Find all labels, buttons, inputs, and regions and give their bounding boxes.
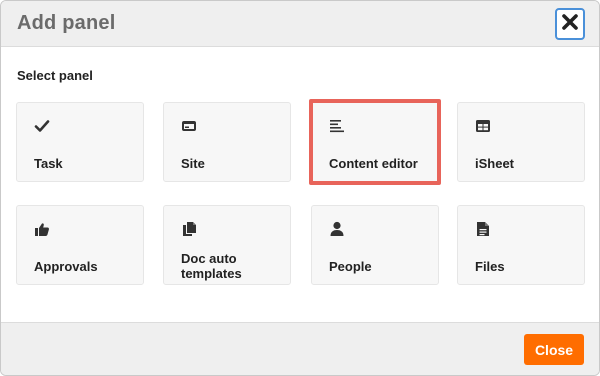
file-icon	[475, 221, 491, 237]
panel-option-label: Doc auto templates	[181, 251, 242, 281]
panel-option-label: Content editor	[329, 156, 418, 171]
table-icon	[475, 118, 491, 134]
person-icon	[329, 221, 345, 237]
dialog-title: Add panel	[17, 12, 116, 34]
checkmark-icon	[34, 118, 50, 134]
panel-option-label: Files	[475, 259, 505, 274]
add-panel-dialog: Add panel Select panel Task Site Content…	[0, 0, 600, 376]
panel-option-label: iSheet	[475, 156, 515, 171]
panel-option-label: Approvals	[34, 259, 98, 274]
dialog-header: Add panel	[1, 1, 599, 47]
thumbs-up-icon	[34, 221, 50, 237]
panel-option-label: People	[329, 259, 372, 274]
panel-option-label: Task	[34, 156, 63, 171]
close-button[interactable]: Close	[524, 334, 584, 365]
panel-option-content-editor[interactable]: Content editor	[311, 102, 439, 182]
close-x-icon	[561, 13, 579, 36]
close-x-button[interactable]	[555, 8, 585, 40]
panel-option-doc-auto-templates[interactable]: Doc auto templates	[163, 205, 291, 285]
text-align-left-icon	[329, 118, 345, 134]
panel-option-people[interactable]: People	[311, 205, 439, 285]
panel-option-task[interactable]: Task	[16, 102, 144, 182]
panel-option-approvals[interactable]: Approvals	[16, 205, 144, 285]
copy-documents-icon	[181, 221, 197, 237]
section-label: Select panel	[17, 68, 93, 83]
panel-option-label: Site	[181, 156, 205, 171]
panel-option-files[interactable]: Files	[457, 205, 585, 285]
panel-option-isheet[interactable]: iSheet	[457, 102, 585, 182]
dialog-footer	[1, 322, 599, 375]
browser-window-icon	[181, 118, 197, 134]
panel-option-site[interactable]: Site	[163, 102, 291, 182]
